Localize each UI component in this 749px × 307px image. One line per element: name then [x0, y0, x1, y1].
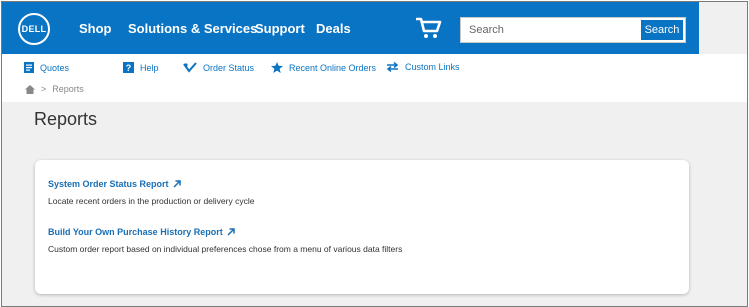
subnav-help-label: Help — [140, 62, 159, 73]
reports-card: System Order Status Report Locate recent… — [35, 160, 689, 294]
report-link-system-order-status[interactable]: System Order Status Report — [48, 179, 181, 189]
subnav-custom-links[interactable]: Custom Links — [386, 62, 460, 72]
nav-deals[interactable]: Deals — [316, 21, 351, 36]
help-icon: ? — [123, 62, 134, 73]
nav-support[interactable]: Support — [255, 21, 305, 36]
search-input[interactable] — [469, 18, 639, 42]
report-link-build-purchase-history[interactable]: Build Your Own Purchase History Report — [48, 227, 235, 237]
cart-icon[interactable] — [416, 17, 442, 39]
logo-text: DELL — [21, 24, 47, 34]
subnav-custom-links-label: Custom Links — [405, 62, 460, 72]
report-link-label: System Order Status Report — [48, 179, 169, 189]
report-description: Custom order report based on individual … — [48, 244, 403, 254]
header-right-gutter — [699, 2, 747, 54]
subnav-quotes[interactable]: Quotes — [24, 62, 69, 73]
external-link-icon — [173, 180, 181, 188]
arrows-icon — [386, 62, 399, 72]
search-button-label: Search — [644, 24, 680, 36]
subnav-quotes-label: Quotes — [40, 62, 70, 73]
breadcrumb: > Reports — [25, 84, 84, 94]
nav-shop[interactable]: Shop — [79, 21, 112, 36]
search-button[interactable]: Search — [641, 20, 683, 40]
breadcrumb-separator: > — [41, 84, 47, 94]
subnav-order-status-label: Order Status — [203, 62, 255, 73]
subnav-recent-online-orders-label: Recent Online Orders — [289, 62, 377, 73]
page-title: Reports — [34, 109, 98, 129]
svg-text:?: ? — [126, 63, 132, 73]
external-link-icon — [227, 228, 235, 236]
home-icon[interactable] — [25, 84, 35, 94]
report-description: Locate recent orders in the production o… — [48, 196, 255, 206]
nav-solutions-services[interactable]: Solutions & Services — [128, 21, 257, 36]
star-icon — [271, 62, 283, 73]
breadcrumb-current: Reports — [52, 84, 84, 94]
document-icon — [24, 62, 34, 73]
subnav-help[interactable]: ? Help — [123, 62, 159, 73]
subnav-recent-online-orders[interactable]: Recent Online Orders — [271, 62, 376, 73]
truck-icon — [183, 62, 197, 73]
browser-frame: DELL Shop Solutions & Services Support D… — [1, 1, 748, 307]
subnav-order-status[interactable]: Order Status — [183, 62, 254, 73]
report-link-label: Build Your Own Purchase History Report — [48, 227, 223, 237]
search-box: Search — [460, 17, 686, 43]
top-navigation-bar: DELL Shop Solutions & Services Support D… — [2, 2, 699, 54]
dell-logo[interactable]: DELL — [18, 13, 50, 45]
